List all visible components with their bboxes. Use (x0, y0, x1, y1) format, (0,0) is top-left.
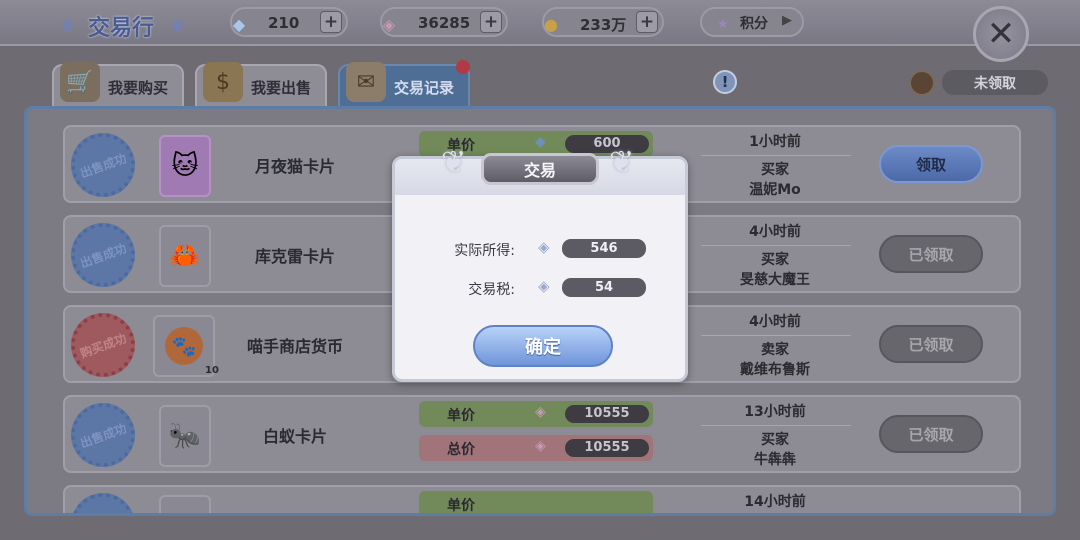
unit-price-value: 600 (565, 135, 649, 153)
unclaimed-filter-button[interactable]: 未领取 (942, 70, 1048, 95)
close-icon: ✕ (986, 14, 1016, 54)
tab-buy-label: 我要购买 (108, 79, 169, 97)
info-button[interactable]: ! (713, 70, 737, 94)
confirm-button[interactable]: 确定 (473, 325, 613, 367)
claim-button[interactable]: 领取 (879, 145, 983, 183)
gold-coin-icon: ● (544, 14, 558, 34)
sell-success-stamp: 出售成功 (61, 213, 145, 297)
tax-row: 交易税: ◈ 54 (395, 274, 685, 300)
left-wing-icon: ❦ (441, 145, 467, 180)
transaction-dialog: ❦ ❦ 交易 实际所得: ◈ 546 交易税: ◈ 54 确定 (392, 145, 688, 382)
crystal-value: 36285 (418, 14, 471, 32)
crystal-currency: ◈ 36285 + (380, 7, 508, 37)
ant-card-icon[interactable]: 🐜 (159, 405, 211, 467)
cat-card-icon[interactable]: 🐱 (159, 135, 211, 197)
diamond-icon: ◆ (232, 14, 246, 34)
claimed-button[interactable]: 已领取 (879, 415, 983, 453)
gold-value: 233万 (580, 16, 627, 34)
record-row: 单价 14小时前 (61, 483, 1021, 514)
item-name: 库克雷卡片 (254, 247, 335, 266)
item-name: 白蚁卡片 (262, 427, 327, 446)
crystal-icon: ◈ (535, 404, 546, 420)
unclaimed-indicator-icon (909, 70, 935, 96)
left-wing-icon: ❦ (60, 16, 76, 37)
divider (701, 155, 851, 156)
record-time: 14小时前 (744, 494, 806, 510)
add-crystal-button[interactable]: + (480, 11, 502, 33)
tax-value: 54 (562, 278, 646, 297)
points-label: 积分 (740, 16, 768, 32)
income-row: 实际所得: ◈ 546 (395, 235, 685, 261)
item-name: 月夜猫卡片 (254, 157, 335, 176)
total-price-value: 10555 (565, 439, 649, 457)
counterparty-name: 温妮Mo (749, 182, 801, 198)
diamond-value: 210 (268, 14, 300, 32)
sell-success-stamp: 出售成功 (61, 393, 145, 477)
counterparty-name: 戴维布鲁斯 (740, 362, 810, 378)
counterparty-name: 牛犇犇 (754, 452, 796, 468)
crystal-icon: ◈ (538, 277, 550, 295)
counterparty-name: 旻慈大魔王 (740, 272, 810, 288)
claimed-button[interactable]: 已领取 (879, 235, 983, 273)
counterparty-role: 买家 (761, 162, 789, 178)
counterparty-role: 卖家 (761, 342, 789, 358)
add-gold-button[interactable]: + (636, 11, 658, 33)
sell-success-stamp (61, 483, 145, 513)
dialog-title: 交易 (481, 153, 599, 185)
crystal-icon: ◈ (382, 14, 396, 34)
points-button[interactable]: ★ 积分 ▶ (700, 7, 804, 37)
unit-price-bar: 单价 (419, 491, 653, 514)
crab-card-icon[interactable]: 🦀 (159, 225, 211, 287)
record-row: 出售成功 🐜 白蚁卡片 单价 ◈ 10555 总价 ◈ 10555 13小时前 … (61, 393, 1021, 477)
close-button[interactable]: ✕ (973, 6, 1029, 62)
unit-price-label: 单价 (447, 498, 475, 514)
right-wing-icon: ❦ (609, 145, 635, 180)
diamond-currency: ◆ 210 + (230, 7, 348, 37)
right-wing-icon: ❦ (170, 16, 186, 37)
divider (701, 335, 851, 336)
claimed-button[interactable]: 已领取 (879, 325, 983, 363)
record-time: 4小时前 (749, 314, 801, 330)
info-icon: ! (721, 73, 729, 91)
add-diamond-button[interactable]: + (320, 11, 342, 33)
sell-success-stamp: 出售成功 (61, 123, 145, 207)
total-price-label: 总价 (447, 442, 475, 458)
income-value: 546 (562, 239, 646, 258)
divider (701, 245, 851, 246)
unit-price-value: 10555 (565, 405, 649, 423)
unit-price-label: 单价 (447, 408, 475, 424)
tab-buy[interactable]: 🛒 我要购买 (52, 62, 184, 106)
crystal-icon: ◈ (535, 438, 546, 454)
tax-label: 交易税: (468, 282, 515, 298)
page-title: 交易行 (88, 16, 155, 41)
crystal-icon: ◈ (538, 238, 550, 256)
arrow-right-icon: ▶ (782, 13, 792, 28)
money-bag-icon: $ (203, 62, 243, 102)
counterparty-role: 买家 (761, 252, 789, 268)
counterparty-role: 买家 (761, 432, 789, 448)
total-price-bar: 总价 ◈ 10555 (419, 435, 653, 461)
top-bar: ❦ 交易行 ❦ ◆ 210 + ◈ 36285 + ● 233万 + ★ 积分 … (0, 0, 1080, 46)
title-banner: ❦ 交易行 ❦ (60, 6, 190, 41)
record-time: 4小时前 (749, 224, 801, 240)
card-icon[interactable] (159, 495, 211, 513)
diamond-icon: ◆ (535, 134, 546, 150)
tab-records[interactable]: ✉ 交易记录 (338, 60, 470, 106)
scroll-icon: ✉ (346, 62, 386, 102)
record-time: 1小时前 (749, 134, 801, 150)
income-label: 实际所得: (454, 243, 515, 259)
shopping-cart-icon: 🛒 (60, 62, 100, 102)
buy-success-stamp: 购买成功 (61, 303, 145, 387)
record-time: 13小时前 (744, 404, 806, 420)
tab-sell-label: 我要出售 (251, 79, 312, 97)
tab-records-label: 交易记录 (394, 79, 455, 97)
item-quantity: 10 (205, 365, 219, 376)
unit-price-bar: 单价 ◈ 10555 (419, 401, 653, 427)
notification-dot (456, 60, 470, 74)
divider (701, 425, 851, 426)
tab-sell[interactable]: $ 我要出售 (195, 62, 327, 106)
star-icon: ★ (717, 16, 729, 32)
gold-currency: ● 233万 + (542, 7, 664, 37)
item-name: 喵手商店货币 (246, 337, 343, 356)
